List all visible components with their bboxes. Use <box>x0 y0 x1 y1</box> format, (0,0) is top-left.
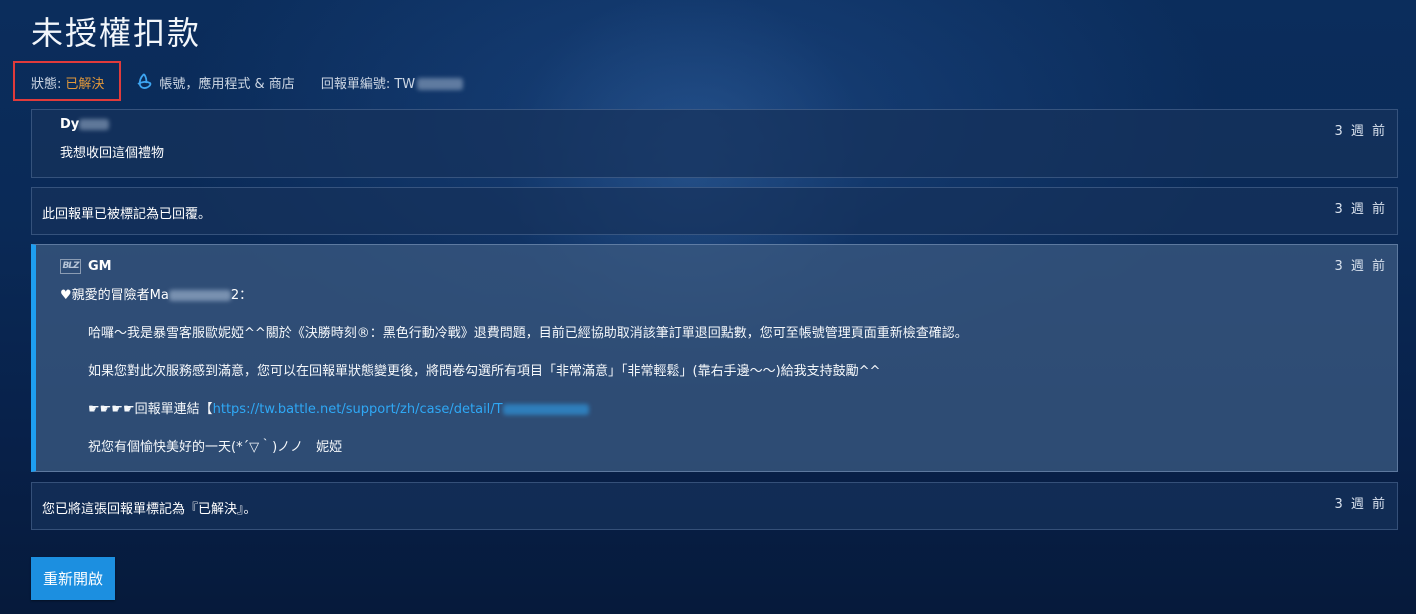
message-author: Dy <box>60 117 110 132</box>
message-text: 我想收回這個禮物 <box>60 146 165 161</box>
status-value: 已解決 <box>65 76 105 92</box>
link-prefix: ☛☛☛☛回報單連結【 <box>88 402 213 417</box>
gm-message-time: 3 週 前 <box>1334 259 1387 274</box>
case-number-label: 回報單編號: TW <box>320 76 416 92</box>
message-time: 3 週 前 <box>1334 124 1387 139</box>
greeting-start: ♥親愛的冒險者Ma <box>60 288 169 303</box>
event-time: 3 週 前 <box>1334 497 1387 512</box>
reopen-button[interactable]: 重新開啟 <box>31 557 115 600</box>
gm-paragraph-refund: 哈囉～我是暴雪客服歐妮婭^^關於《決勝時刻®：黑色行動冷戰》退費問題，目前已經協… <box>88 326 968 341</box>
case-number: 回報單編號: TW <box>320 73 464 92</box>
case-category: 帳號，應用程式 & 商店 <box>159 76 295 92</box>
case-detail-link-text[interactable]: https://tw.battle.net/support/zh/case/de… <box>213 402 503 417</box>
battlenet-icon <box>135 73 153 91</box>
page-title: 未授權扣款 <box>31 14 202 52</box>
case-meta-row: 狀態: 已解決 帳號，應用程式 & 商店 回報單編號: TW <box>31 72 464 92</box>
author-name: Dy <box>60 117 80 132</box>
status-label: 狀態: <box>31 76 62 92</box>
blizzard-logo-icon: BLZ <box>60 259 81 274</box>
event-text: 此回報單已被標記為已回覆。 <box>42 207 212 222</box>
gm-paragraph-signoff: 祝您有個愉快美好的一天(*´▽｀)ノノ 妮婭 <box>88 440 343 455</box>
case-detail-link[interactable]: https://tw.battle.net/support/zh/case/de… <box>213 402 589 417</box>
message-card-gm: BLZ GM 3 週 前 ♥親愛的冒險者Ma 2： 哈囉～我是暴雪客服歐妮婭^^關… <box>31 244 1398 472</box>
event-time: 3 週 前 <box>1334 202 1387 217</box>
greeting-end: 2： <box>230 288 253 303</box>
message-card-user: Dy 我想收回這個禮物 3 週 前 <box>31 109 1398 178</box>
redacted-player-name <box>168 290 231 301</box>
gm-paragraph-link: ☛☛☛☛回報單連結【https://tw.battle.net/support/… <box>88 398 589 417</box>
gm-greeting: ♥親愛的冒險者Ma 2： <box>60 284 252 303</box>
redacted-case-number <box>417 78 464 90</box>
event-text: 您已將這張回報單標記為『已解決』。 <box>42 502 257 517</box>
redacted-author-name <box>79 119 110 130</box>
redacted-link-tail <box>502 404 589 415</box>
gm-author-row: BLZ GM <box>60 259 112 274</box>
gm-author-name: GM <box>88 259 112 274</box>
system-event-replied: 此回報單已被標記為已回覆。 3 週 前 <box>31 187 1398 235</box>
gm-paragraph-survey: 如果您對此次服務感到滿意，您可以在回報單狀態變更後，將問卷勾選所有項目「非常滿意… <box>88 364 881 379</box>
system-event-resolved: 您已將這張回報單標記為『已解決』。 3 週 前 <box>31 482 1398 530</box>
